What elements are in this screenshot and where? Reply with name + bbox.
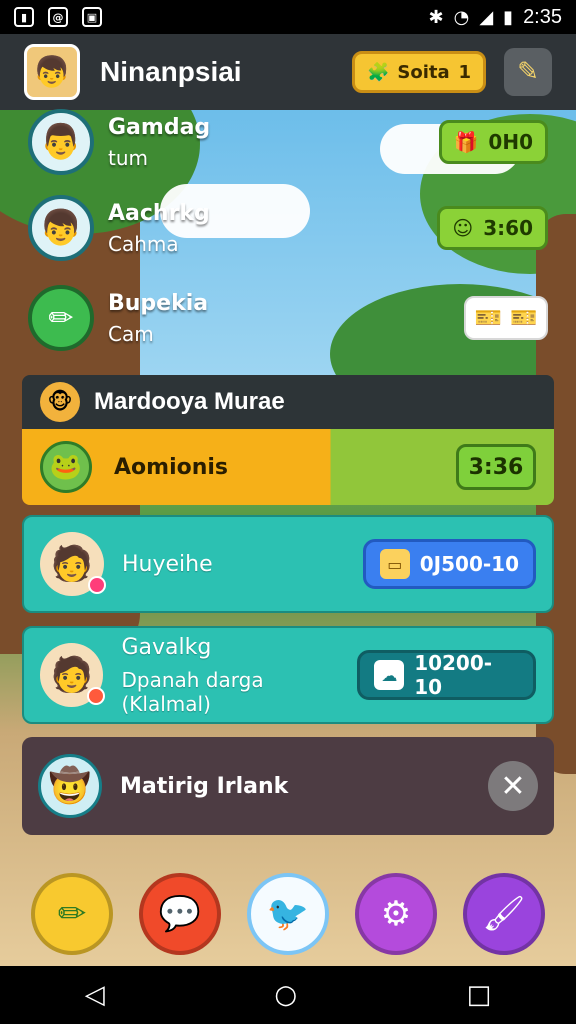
pencil-icon: ✏ — [57, 894, 87, 934]
player-row[interactable]: 🧑 Huyeihe ▭ 0J500-10 — [22, 515, 554, 613]
player-row[interactable]: 🧑 Gavalkg Dpanah darga (Klalmal) ☁ 10200… — [22, 626, 554, 724]
top-list-item[interactable]: 👦 Aachrkg Cahma ☺ 3:60 — [28, 190, 548, 266]
ticket-icon: 🎫 — [474, 305, 502, 331]
brush-icon: 🖌 — [482, 894, 526, 934]
pencil-button[interactable]: ✏ — [31, 873, 113, 955]
close-button[interactable]: ✕ — [488, 761, 538, 811]
item-sub: tum — [108, 145, 148, 170]
recents-icon[interactable]: □ — [467, 980, 492, 1010]
highlight-label: Aomionis — [114, 454, 229, 480]
highlight-row[interactable]: 🐸 Aomionis 3:36 — [22, 429, 554, 505]
at-icon: @ — [48, 7, 68, 27]
brush-button[interactable]: 🖌 — [463, 873, 545, 955]
currency-label: Soita — [397, 61, 450, 83]
app-title: Ninanpsiai — [100, 56, 242, 87]
currency-value: 1 — [458, 61, 471, 83]
scroll-icon: ▭ — [379, 549, 410, 579]
gift-icon: 🎁 — [453, 130, 479, 154]
status-right-icons: ✱ ◔ ◢ ▮ 2:35 — [429, 6, 563, 29]
row-label: Matirig Irlank — [120, 773, 289, 799]
image-icon: ▣ — [82, 7, 102, 27]
signal-icon: ◢ — [479, 6, 494, 28]
player-sub: Dpanah darga (Klalmal) — [121, 667, 264, 716]
player-avatar: 🧑 — [40, 532, 106, 596]
player-name: Gavalkg — [121, 634, 212, 660]
reward-button[interactable]: ☁ 10200-10 — [357, 650, 536, 700]
status-dot — [87, 687, 106, 705]
player-name: Huyeihe — [122, 551, 213, 577]
pencil-avatar: ✏ — [28, 285, 94, 351]
settings-button[interactable]: ⚙ — [355, 873, 437, 955]
gift-badge[interactable]: 🎫 🎫 — [464, 296, 548, 340]
status-time: 2:35 — [523, 5, 562, 28]
panel-header: 🐵 Mardooya Murae — [22, 375, 554, 429]
bird-icon: 🐦 — [266, 894, 310, 934]
app-header: 👦 Ninanpsiai 🧩 Soita 1 ✎ — [0, 34, 576, 110]
home-icon[interactable]: ○ — [274, 980, 297, 1010]
reward-value: 10200-10 — [414, 651, 493, 699]
item-sub: Cam — [108, 321, 154, 346]
close-icon: ✕ — [500, 768, 526, 804]
reward-button[interactable]: ▭ 0J500-10 — [362, 539, 536, 589]
edit-tool-button[interactable]: ✎ — [504, 48, 552, 96]
monkey-icon: 🐵 — [40, 382, 80, 422]
player-avatar: 🤠 — [38, 754, 102, 818]
item-sub: Cahma — [108, 231, 179, 256]
reward-value: 0J500-10 — [419, 552, 519, 576]
score-badge[interactable]: 🎁 0H0 — [438, 120, 548, 164]
smiley-icon: ☺ — [452, 216, 474, 240]
chat-button[interactable]: 💬 — [139, 873, 221, 955]
avatar: 👨 — [28, 109, 94, 175]
item-name: Aachrkg — [108, 200, 210, 226]
status-left-icons: ▮ @ ▣ — [14, 7, 102, 27]
top-list-item[interactable]: 👨 Gamdag tum 🎁 0H0 — [28, 104, 548, 180]
ghost-icon: ☁ — [374, 660, 405, 690]
panel-title: Mardooya Murae — [94, 388, 285, 415]
wifi-icon: ◔ — [453, 6, 470, 28]
ticket-icon: 🎫 — [510, 305, 538, 331]
currency-pill[interactable]: 🧩 Soita 1 — [352, 51, 486, 93]
system-nav-bar: ◁ ○ □ — [0, 966, 576, 1024]
gear-icon: ⚙ — [380, 894, 412, 934]
back-icon[interactable]: ◁ — [85, 980, 105, 1010]
top-list-item[interactable]: ✏ Bupekia Cam 🎫 🎫 — [28, 280, 548, 356]
score-badge[interactable]: ☺ 3:60 — [437, 206, 548, 250]
bottom-action-bar: ✏ 💬 🐦 ⚙ 🖌 — [0, 866, 576, 962]
profile-avatar[interactable]: 👦 — [24, 44, 80, 100]
badge-value: 0H0 — [488, 130, 533, 154]
highlight-value-button[interactable]: 3:36 — [456, 444, 536, 490]
badge-value: 3:60 — [483, 216, 533, 240]
bluetooth-icon: ✱ — [428, 6, 444, 28]
item-name: Bupekia — [108, 290, 209, 316]
puzzle-icon: 🧩 — [367, 61, 390, 83]
chat-bubble-icon: 💬 — [158, 894, 202, 934]
status-bar: ▮ @ ▣ ✱ ◔ ◢ ▮ 2:35 — [0, 0, 576, 34]
lock-icon: ▮ — [14, 7, 34, 27]
player-avatar: 🧑 — [40, 643, 106, 707]
avatar: 👦 — [28, 195, 94, 261]
dismissable-row[interactable]: 🤠 Matirig Irlank ✕ — [22, 737, 554, 835]
pen-icon: ✎ — [517, 57, 539, 87]
item-name: Gamdag — [108, 114, 211, 140]
battery-icon: ▮ — [503, 6, 514, 28]
creature-icon: 🐸 — [40, 441, 92, 493]
status-dot — [88, 576, 106, 594]
bird-button[interactable]: 🐦 — [247, 873, 329, 955]
